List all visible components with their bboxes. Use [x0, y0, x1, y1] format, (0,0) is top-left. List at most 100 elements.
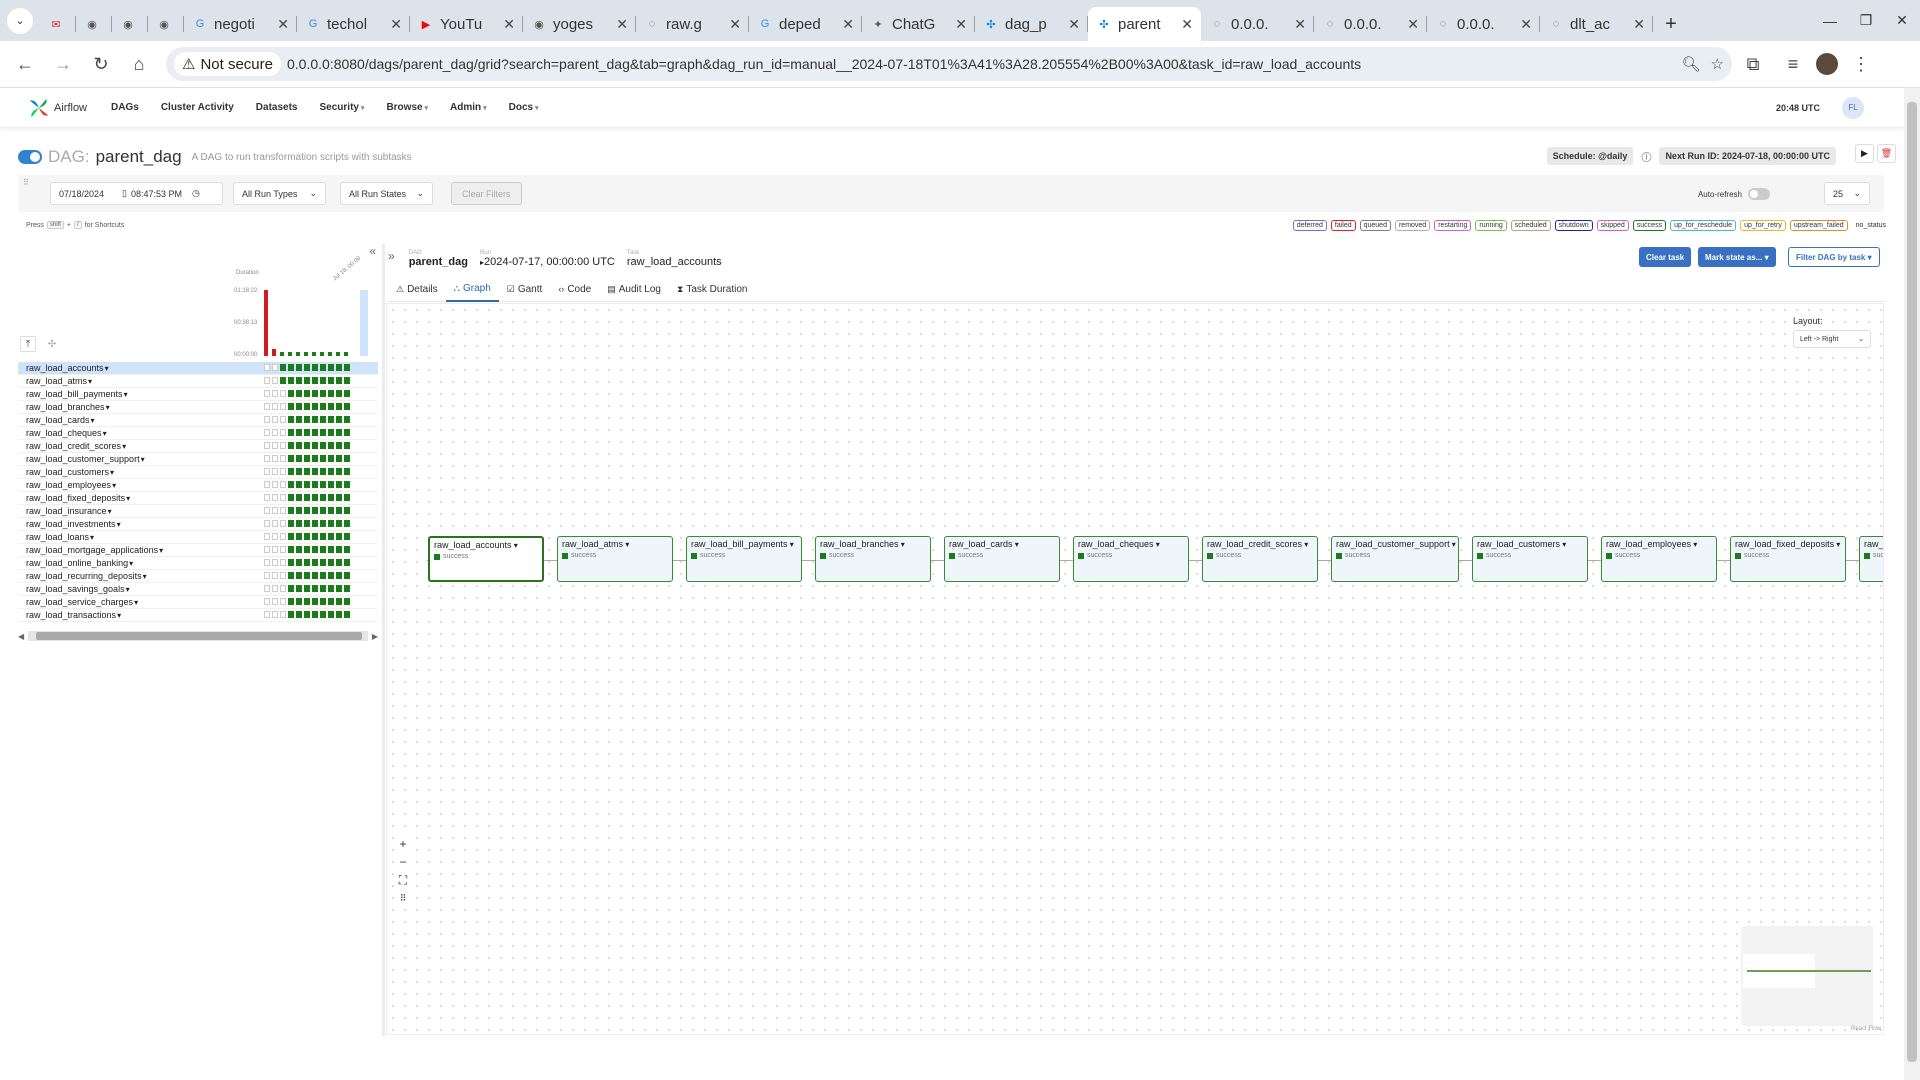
grid-scroll-track[interactable] — [28, 631, 368, 641]
task-row[interactable]: raw_load_atms — [18, 375, 378, 388]
task-instance-cell[interactable] — [344, 533, 350, 540]
drag-handle-icon[interactable]: ⠿ — [23, 178, 29, 187]
fit-view-icon[interactable]: ⛶ — [395, 872, 411, 888]
task-row[interactable]: raw_load_customers — [18, 466, 378, 479]
close-tab-icon[interactable]: ✕ — [1294, 16, 1306, 33]
react-flow-attribution[interactable]: React Flow — [1851, 1026, 1881, 1032]
task-instance-cell[interactable] — [288, 364, 294, 371]
task-row[interactable]: raw_load_recurring_deposits — [18, 570, 378, 583]
task-instance-cell[interactable] — [344, 429, 350, 436]
graph-minimap[interactable] — [1741, 926, 1873, 1026]
task-instance-cell[interactable] — [280, 546, 286, 553]
close-tab-icon[interactable]: ✕ — [277, 16, 289, 33]
task-instance-cell[interactable] — [312, 416, 318, 423]
close-tab-icon[interactable]: ✕ — [1520, 16, 1532, 33]
trigger-dag-button[interactable]: ▶ — [1855, 144, 1874, 163]
task-instance-cell[interactable] — [288, 403, 294, 410]
task-instance-cell[interactable] — [296, 585, 302, 592]
task-instance-cell[interactable] — [288, 455, 294, 462]
browser-tab[interactable]: ▶ YouTu ✕ — [410, 7, 523, 41]
task-instance-cell[interactable] — [304, 468, 310, 475]
task-name[interactable]: raw_load_cards — [26, 415, 95, 425]
legend-item[interactable]: no_status — [1851, 220, 1890, 231]
task-instance-cell[interactable] — [344, 416, 350, 423]
back-button[interactable]: ← — [8, 47, 42, 81]
duration-bar[interactable] — [312, 352, 316, 356]
task-name[interactable]: raw_load_investments — [26, 519, 121, 529]
task-instance-cell[interactable] — [296, 468, 302, 475]
close-tab-icon[interactable]: ✕ — [390, 16, 402, 33]
legend-item[interactable]: success — [1632, 220, 1667, 231]
task-instance-cell[interactable] — [272, 429, 278, 436]
task-instance-cell[interactable] — [336, 390, 342, 397]
task-instance-cell[interactable] — [304, 533, 310, 540]
task-instance-cell[interactable] — [296, 611, 302, 618]
tab-graph[interactable]: ⛬ Graph — [445, 276, 499, 302]
filter-dag-button[interactable]: Filter DAG by task ▾ — [1788, 247, 1880, 267]
task-instance-cell[interactable] — [280, 403, 286, 410]
tab-details[interactable]: ⚠ Details — [388, 276, 446, 302]
duration-bar[interactable] — [272, 349, 276, 356]
task-instance-cell[interactable] — [320, 559, 326, 566]
task-instance-cell[interactable] — [328, 377, 334, 384]
close-window-icon[interactable]: ✕ — [1884, 12, 1920, 29]
task-instance-cell[interactable] — [312, 533, 318, 540]
task-instance-cell[interactable] — [280, 429, 286, 436]
duration-bar[interactable] — [336, 352, 340, 356]
task-instance-cell[interactable] — [336, 507, 342, 514]
task-name[interactable]: raw_load_savings_goals — [26, 584, 130, 594]
profile-avatar[interactable] — [1816, 53, 1838, 75]
task-name[interactable]: raw_load_cheques — [26, 428, 107, 438]
expand-all-icon[interactable]: ✣ — [44, 336, 60, 352]
graph-node[interactable]: raw_load_branches success — [815, 536, 931, 582]
task-instance-cell[interactable] — [296, 572, 302, 579]
task-row[interactable]: raw_load_credit_scores — [18, 440, 378, 453]
legend-item[interactable]: shutdown — [1554, 220, 1593, 231]
task-instance-cell[interactable] — [328, 546, 334, 553]
mark-state-button[interactable]: Mark state as... ▾ — [1698, 247, 1776, 267]
task-instance-cell[interactable] — [344, 546, 350, 553]
task-instance-cell[interactable] — [288, 468, 294, 475]
task-instance-cell[interactable] — [304, 585, 310, 592]
task-instance-cell[interactable] — [280, 520, 286, 527]
legend-item[interactable]: queued — [1359, 220, 1391, 231]
task-instance-cell[interactable] — [264, 611, 270, 618]
graph-node[interactable]: raw_load_atms success — [557, 536, 673, 582]
task-instance-cell[interactable] — [312, 481, 318, 488]
task-instance-cell[interactable] — [312, 598, 318, 605]
breadcrumb-dag[interactable]: DAG parent_dag — [409, 250, 468, 268]
task-instance-cell[interactable] — [336, 585, 342, 592]
task-instance-cell[interactable] — [296, 455, 302, 462]
nav-item-cluster-activity[interactable]: Cluster Activity — [161, 102, 234, 113]
task-instance-cell[interactable] — [320, 429, 326, 436]
task-instance-cell[interactable] — [312, 507, 318, 514]
task-row[interactable]: raw_load_fixed_deposits — [18, 492, 378, 505]
task-instance-cell[interactable] — [320, 546, 326, 553]
task-instance-cell[interactable] — [264, 442, 270, 449]
task-instance-cell[interactable] — [296, 429, 302, 436]
task-instance-cell[interactable] — [328, 494, 334, 501]
task-instance-cell[interactable] — [312, 390, 318, 397]
duration-bar[interactable] — [264, 290, 268, 356]
browser-tab[interactable]: ◌ 0.0.0. ✕ — [1201, 7, 1314, 41]
task-instance-cell[interactable] — [264, 403, 270, 410]
task-instance-cell[interactable] — [272, 533, 278, 540]
run-state-select[interactable]: All Run States ⌄ — [340, 182, 433, 205]
forward-button[interactable]: → — [46, 47, 80, 81]
task-instance-cell[interactable] — [264, 533, 270, 540]
task-instance-cell[interactable] — [344, 442, 350, 449]
clear-filters-button[interactable]: Clear Filters — [451, 182, 522, 205]
task-instance-cell[interactable] — [312, 468, 318, 475]
task-instance-cell[interactable] — [336, 494, 342, 501]
task-instance-cell[interactable] — [320, 585, 326, 592]
task-instance-cell[interactable] — [336, 403, 342, 410]
bookmark-star-icon[interactable]: ☆ — [1711, 55, 1724, 73]
task-instance-cell[interactable] — [304, 442, 310, 449]
duration-bar[interactable] — [288, 352, 292, 356]
delete-dag-button[interactable]: 🗑︎ — [1877, 144, 1896, 163]
browser-tab[interactable]: ◉ — [148, 7, 184, 41]
tab-code[interactable]: ‹› Code — [550, 276, 599, 302]
task-instance-cell[interactable] — [328, 442, 334, 449]
task-instance-cell[interactable] — [344, 520, 350, 527]
task-instance-cell[interactable] — [280, 572, 286, 579]
